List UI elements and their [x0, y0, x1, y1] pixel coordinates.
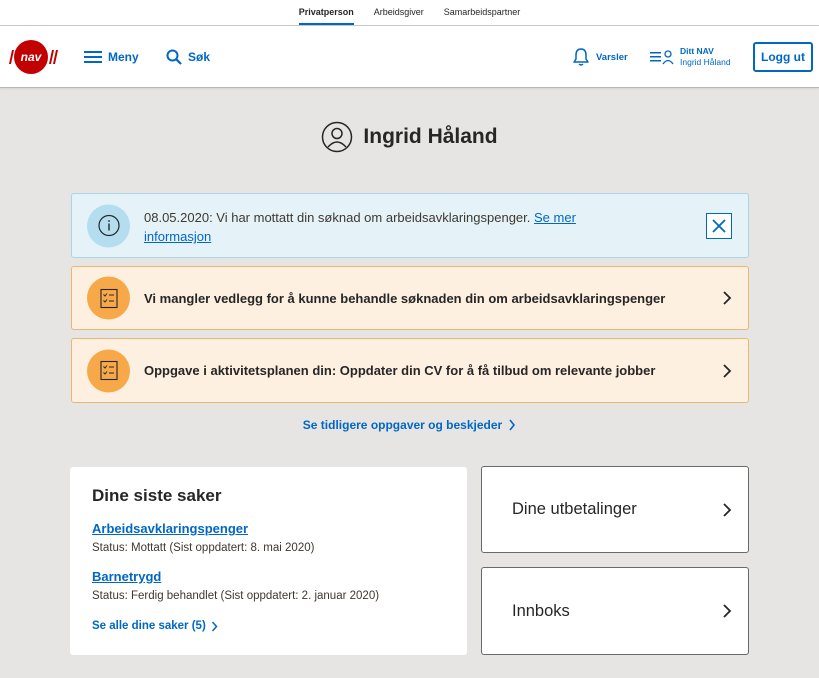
- task-badge: [87, 276, 130, 320]
- info-alert-text: 08.05.2020: Vi har mottatt din søknad om…: [144, 208, 614, 246]
- nav-logo[interactable]: nav: [8, 39, 60, 75]
- search-icon: [166, 49, 182, 65]
- header-user-name: Ingrid Håland: [680, 57, 731, 67]
- task-text: Vi mangler vedlegg for å kunne behandle …: [144, 290, 666, 306]
- earlier-tasks-label: Se tidligere oppgaver og beskjeder: [302, 418, 503, 432]
- info-badge: [87, 204, 130, 247]
- inbox-panel[interactable]: Innboks: [481, 567, 749, 655]
- audience-bar: Privatperson Arbeidsgiver Samarbeidspart…: [0, 0, 819, 26]
- search-label: Søk: [188, 50, 211, 64]
- checklist-icon: [99, 360, 118, 381]
- task-alert-update-cv[interactable]: Oppgave i aktivitetsplanen din: Oppdater…: [71, 338, 749, 403]
- close-icon: [712, 219, 726, 233]
- case-status: Status: Mottatt (Sist oppdatert: 8. mai …: [92, 542, 315, 554]
- chevron-right-icon: [723, 291, 732, 305]
- menu-button[interactable]: Meny: [84, 26, 139, 88]
- chevron-right-icon: [509, 419, 516, 431]
- task-badge: [87, 349, 130, 392]
- checklist-icon: [99, 288, 118, 308]
- case-status: Status: Ferdig behandlet (Sist oppdatert…: [92, 590, 380, 602]
- dittnav-label: Ditt NAV: [680, 46, 714, 56]
- notifications-label: Varsler: [596, 51, 628, 63]
- notifications-button[interactable]: Varsler: [572, 26, 628, 88]
- case-link-aap[interactable]: Arbeidsavklaringspenger: [92, 520, 445, 538]
- profile-heading: Ingrid Håland: [0, 121, 819, 153]
- case-item: Arbeidsavklaringspenger Status: Mottatt …: [92, 520, 445, 557]
- recent-cases-card: Dine siste saker Arbeidsavklaringspenger…: [70, 467, 467, 655]
- bell-icon: [573, 48, 589, 66]
- task-text: Oppgave i aktivitetsplanen din: Oppdater…: [144, 363, 656, 378]
- hamburger-icon: [84, 51, 102, 63]
- page-title: Ingrid Håland: [363, 125, 498, 148]
- tab-samarbeidspartner[interactable]: Samarbeidspartner: [434, 0, 531, 25]
- chevron-right-icon: [723, 604, 732, 618]
- user-menu-icon: [650, 50, 674, 65]
- payments-panel[interactable]: Dine utbetalinger: [481, 466, 749, 553]
- payments-label: Dine utbetalinger: [512, 500, 637, 518]
- chevron-right-icon: [723, 502, 732, 517]
- all-cases-label: Se alle dine saker (5): [92, 620, 206, 632]
- info-icon: [97, 214, 120, 237]
- inbox-label: Innboks: [512, 601, 570, 620]
- all-cases-link[interactable]: Se alle dine saker (5): [92, 620, 445, 632]
- site-header: nav Meny Søk Varsler Ditt NAV Ingrid Hål…: [0, 26, 819, 88]
- menu-label: Meny: [108, 50, 139, 64]
- info-alert-message: 08.05.2020: Vi har mottatt din søknad om…: [144, 210, 531, 225]
- search-button[interactable]: Søk: [166, 26, 210, 88]
- case-link-barnetrygd[interactable]: Barnetrygd: [92, 568, 445, 586]
- svg-text:nav: nav: [21, 50, 43, 64]
- recent-cases-title: Dine siste saker: [92, 486, 222, 505]
- tab-privatperson[interactable]: Privatperson: [289, 0, 364, 25]
- user-circle-icon: [322, 121, 353, 153]
- earlier-tasks-link[interactable]: Se tidligere oppgaver og beskjeder: [0, 418, 819, 432]
- close-alert-button[interactable]: [706, 213, 732, 239]
- task-alert-missing-attachment[interactable]: Vi mangler vedlegg for å kunne behandle …: [71, 266, 749, 330]
- chevron-right-icon: [211, 621, 218, 631]
- tab-arbeidsgiver[interactable]: Arbeidsgiver: [364, 0, 434, 25]
- logout-button[interactable]: Logg ut: [753, 42, 813, 72]
- chevron-right-icon: [723, 363, 732, 378]
- dittnav-button[interactable]: Ditt NAV Ingrid Håland: [650, 26, 731, 88]
- info-alert: 08.05.2020: Vi har mottatt din søknad om…: [71, 193, 749, 258]
- case-item: Barnetrygd Status: Ferdig behandlet (Sis…: [92, 568, 445, 605]
